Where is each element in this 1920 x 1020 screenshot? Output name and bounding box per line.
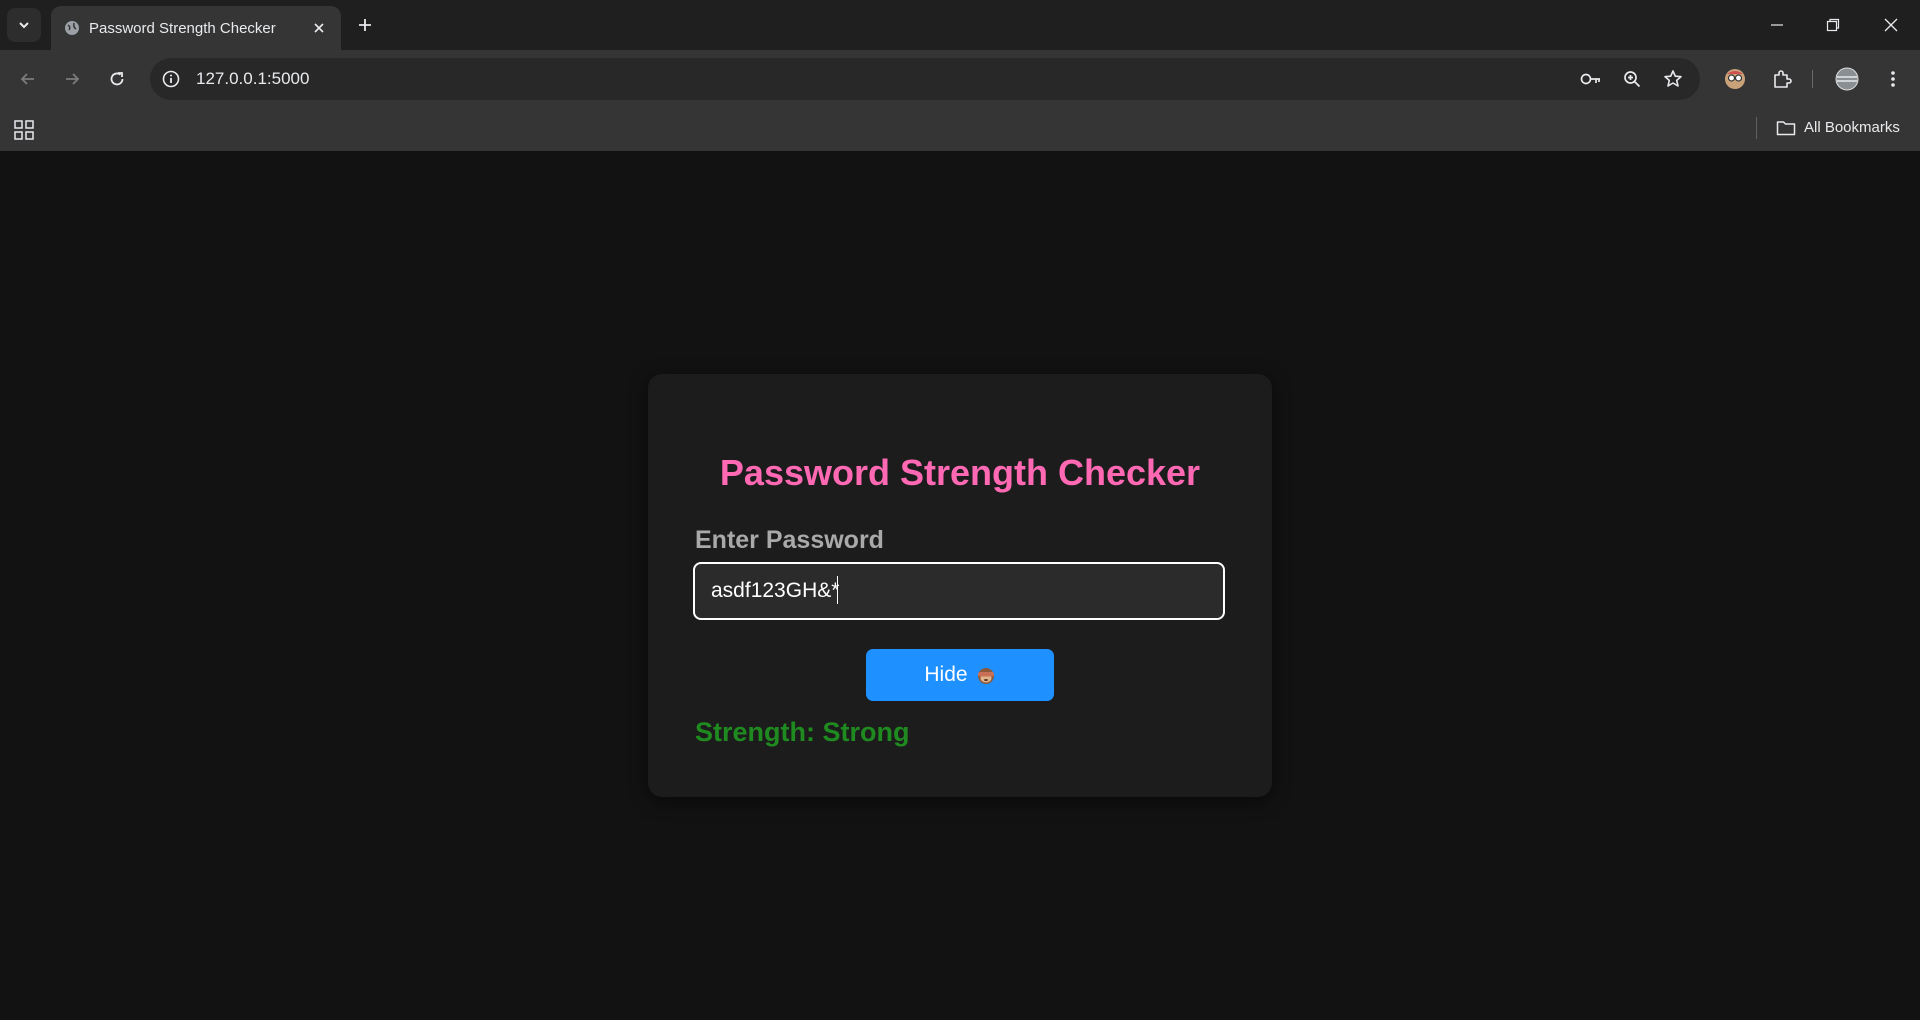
kebab-menu-icon[interactable] [1879,65,1907,93]
url-text: 127.0.0.1:5000 [196,69,310,88]
page-viewport: Password Strength Checker Enter Password… [0,151,1920,1020]
key-icon[interactable] [1580,68,1602,90]
star-icon[interactable] [1662,68,1684,90]
bookmarks-bar: All Bookmarks [0,108,1920,151]
globe-icon [65,21,79,35]
new-tab-button[interactable] [354,14,376,36]
restore-button[interactable] [1810,10,1856,40]
window-close-icon [1884,18,1898,32]
plus-icon [359,19,371,31]
all-bookmarks-button[interactable]: All Bookmarks [1776,119,1900,136]
tab-search-button[interactable] [7,8,41,42]
apps-grid-icon[interactable] [13,119,35,141]
tab-strip: Password Strength Checker [0,0,1920,50]
checker-card: Password Strength Checker Enter Password… [648,374,1272,797]
strength-result: Strength: Strong [695,717,910,747]
minimize-button[interactable] [1754,10,1800,40]
close-icon[interactable] [309,18,329,38]
hide-password-button[interactable]: Hide [866,649,1054,701]
page-title: Password Strength Checker [719,452,1201,493]
address-bar[interactable]: 127.0.0.1:5000 [150,58,1700,100]
chevron-down-icon [19,22,29,29]
site-info-icon[interactable] [160,68,182,90]
minimize-icon [1771,24,1783,26]
profile-avatar-icon[interactable] [1833,65,1861,93]
toolbar-divider [1812,70,1813,88]
puzzle-icon[interactable] [1768,65,1796,93]
see-no-evil-monkey-icon [977,668,994,684]
forward-button[interactable] [58,65,86,93]
zoom-icon[interactable] [1621,68,1643,90]
folder-icon [1776,120,1796,135]
bookmarks-divider [1756,117,1757,139]
forward-arrow-icon [66,73,80,85]
tab-title: Password Strength Checker [89,20,276,37]
back-button[interactable] [14,65,42,93]
browser-toolbar: 127.0.0.1:5000 [0,50,1920,108]
close-window-button[interactable] [1868,10,1914,40]
password-label: Enter Password [695,526,884,554]
extension-avatar-icon[interactable] [1721,65,1749,93]
hide-button-label: Hide [924,663,968,686]
all-bookmarks-label: All Bookmarks [1804,119,1900,136]
text-caret [837,576,838,604]
password-input[interactable] [693,562,1225,620]
reload-icon [110,72,124,86]
reload-button[interactable] [103,65,131,93]
restore-icon [1826,18,1840,32]
active-tab[interactable]: Password Strength Checker [51,6,341,50]
back-arrow-icon [20,73,34,85]
